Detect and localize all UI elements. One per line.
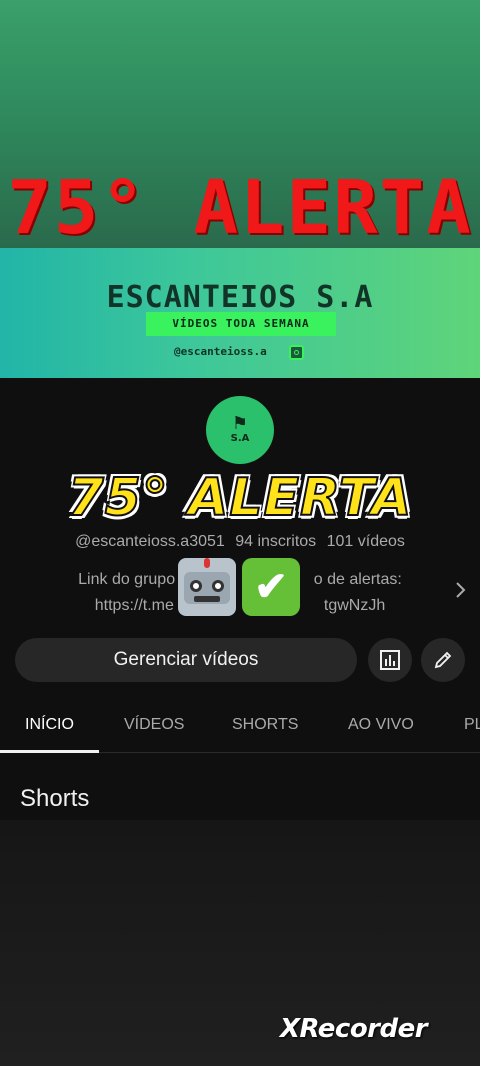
avatar-text: S.A xyxy=(230,433,250,444)
subscriber-count: 94 inscritos xyxy=(235,533,317,550)
tab-inicio[interactable]: INÍCIO xyxy=(25,716,74,734)
top-alert-text: 75° ALERTA xyxy=(7,165,473,251)
check-mark-emoji: ✔ xyxy=(242,558,300,616)
description-line-2: https://t.me tgwNzJh xyxy=(94,597,386,614)
video-count: 101 vídeos xyxy=(326,533,405,550)
banner-handle: @escanteioss.a xyxy=(174,345,267,358)
overlay-alert-text: 75° ALERTA xyxy=(67,467,413,529)
active-tab-indicator xyxy=(0,750,99,753)
tab-ao-vivo[interactable]: AO VIVO xyxy=(348,716,414,734)
channel-description[interactable]: Link do grupo gr o de alertas: https://t.… xyxy=(40,567,440,619)
analytics-button[interactable] xyxy=(368,638,412,682)
tab-playlists[interactable]: PL xyxy=(464,716,480,734)
flag-icon: ⚑ xyxy=(231,413,249,434)
pencil-icon xyxy=(434,651,452,669)
instagram-icon xyxy=(289,345,304,360)
channel-avatar[interactable]: ⚑ S.A xyxy=(206,396,274,464)
analytics-icon xyxy=(380,650,400,670)
channel-stats: @escanteioss.a3051 94 inscritos 101 víde… xyxy=(0,533,480,551)
tab-shorts[interactable]: SHORTS xyxy=(232,716,298,734)
edit-channel-button[interactable] xyxy=(421,638,465,682)
shorts-section-title: Shorts xyxy=(20,785,90,812)
robot-emoji xyxy=(178,558,236,616)
recorder-watermark: XRecorder xyxy=(280,1014,428,1044)
channel-handle: @escanteioss.a3051 xyxy=(75,533,225,550)
banner-title: ESCANTEIOS S.A xyxy=(106,280,374,315)
tab-videos[interactable]: VÍDEOS xyxy=(124,716,184,734)
manage-videos-button[interactable]: Gerenciar vídeos xyxy=(15,638,357,682)
avatar-logo: ⚑ S.A xyxy=(231,415,250,445)
channel-tabs: INÍCIO VÍDEOS SHORTS AO VIVO PL xyxy=(0,700,480,753)
chevron-right-icon[interactable] xyxy=(452,578,470,602)
description-line-1: Link do grupo gr o de alertas: xyxy=(78,571,402,588)
banner-tagline: VÍDEOS TODA SEMANA xyxy=(146,312,336,336)
